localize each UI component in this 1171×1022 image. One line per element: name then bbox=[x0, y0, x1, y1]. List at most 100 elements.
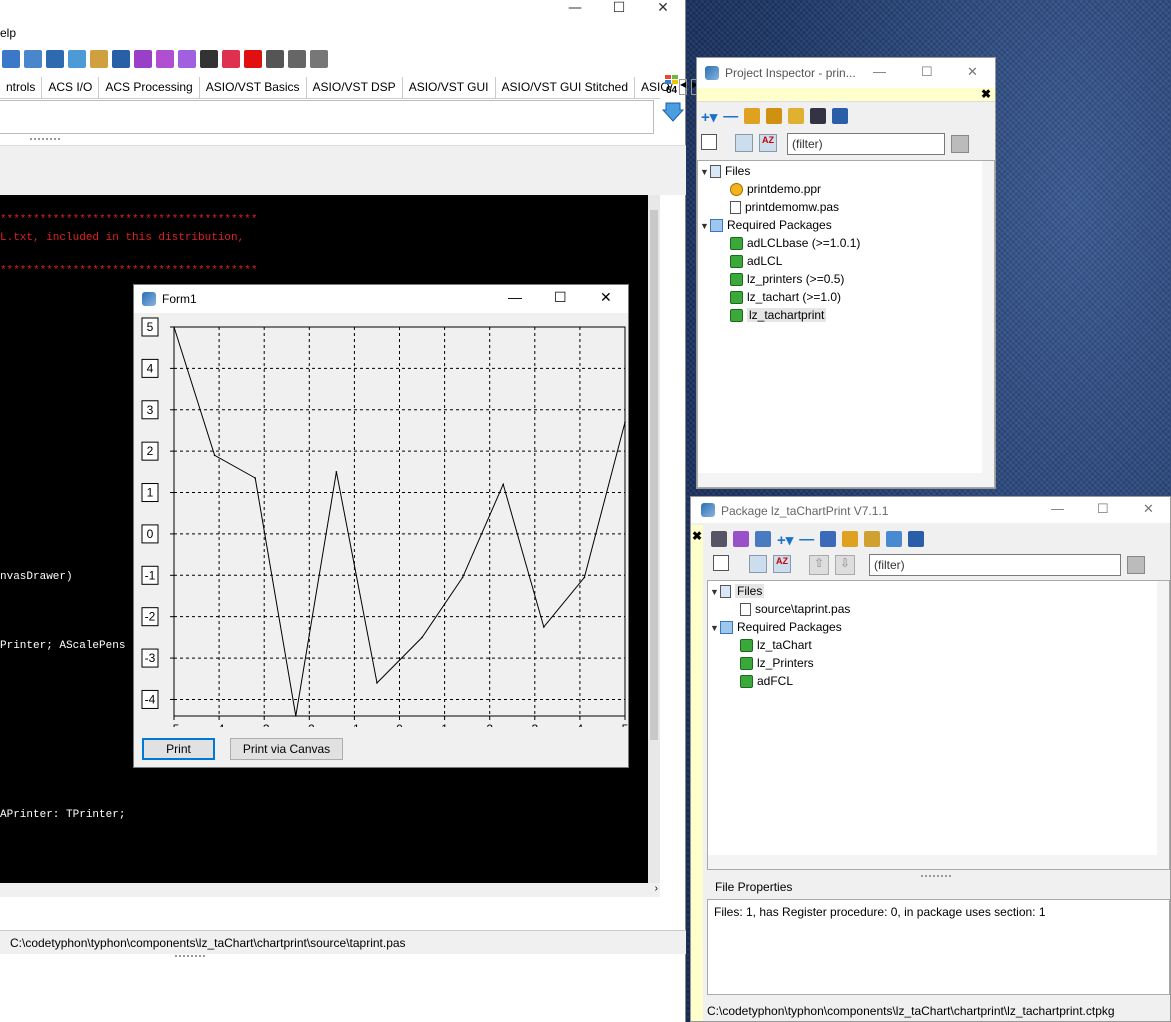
project-inspector-window: Project Inspector - prin... — ☐ ✕ ✖ +▾ —… bbox=[696, 57, 996, 489]
tree-node-file[interactable]: source\taprint.pas bbox=[740, 601, 850, 617]
clear-filter-icon[interactable] bbox=[951, 135, 969, 153]
menu-icon[interactable] bbox=[832, 108, 849, 124]
collapse-icon[interactable]: ▼ bbox=[710, 584, 720, 600]
palette-tab[interactable]: ACS I/O bbox=[42, 77, 100, 99]
minimize-button[interactable]: — bbox=[1051, 501, 1064, 516]
move-down-icon[interactable]: ⇩ bbox=[835, 555, 855, 575]
close-icon[interactable]: ✖ bbox=[981, 87, 991, 101]
tree-horizontal-scrollbar[interactable] bbox=[708, 855, 1169, 869]
tree-view-icon[interactable] bbox=[749, 555, 767, 573]
run-icon[interactable] bbox=[178, 50, 196, 68]
sort-az-icon[interactable]: AZ bbox=[773, 555, 791, 573]
palette-tab[interactable]: ASIO/VST DSP bbox=[307, 77, 403, 99]
tree-node-files[interactable]: ▼ Files bbox=[710, 583, 765, 600]
tree-node-package[interactable]: lz_Printers bbox=[740, 655, 814, 671]
options-icon[interactable] bbox=[744, 108, 761, 124]
down-arrow-icon[interactable] bbox=[661, 100, 685, 125]
run-params-icon[interactable] bbox=[200, 50, 218, 68]
filter-input[interactable]: (filter) bbox=[787, 133, 945, 155]
tree-node-package[interactable]: lz_tachart (>=1.0) bbox=[730, 289, 841, 305]
compile-icon[interactable] bbox=[733, 531, 749, 547]
move-up-icon[interactable]: ⇧ bbox=[809, 555, 829, 575]
step-into-icon[interactable] bbox=[266, 50, 284, 68]
tree-node-files[interactable]: ▼ Files bbox=[700, 163, 750, 179]
open-icon[interactable] bbox=[766, 108, 783, 124]
filter-input[interactable]: (filter) bbox=[869, 554, 1121, 576]
view-forms-icon[interactable] bbox=[46, 50, 64, 68]
collapse-icon[interactable]: ▼ bbox=[710, 620, 720, 636]
tree-node-file[interactable]: printdemomw.pas bbox=[730, 199, 839, 215]
tree-node-package[interactable]: adFCL bbox=[740, 673, 793, 689]
print-button[interactable]: Print bbox=[142, 738, 215, 760]
tree-view-icon[interactable] bbox=[735, 134, 753, 152]
binoculars-icon[interactable] bbox=[810, 108, 827, 124]
package-icon bbox=[730, 273, 743, 287]
tree-node-package[interactable]: adLCLbase (>=1.0.1) bbox=[730, 235, 860, 251]
maximize-button[interactable]: ☐ bbox=[1097, 501, 1109, 517]
tree-node-required-packages[interactable]: ▼ Required Packages bbox=[700, 217, 832, 233]
new-form-icon[interactable] bbox=[2, 50, 20, 68]
tree-node-file[interactable]: printdemo.ppr bbox=[730, 181, 821, 197]
edit-icon[interactable] bbox=[788, 108, 805, 124]
toggle-icon[interactable] bbox=[68, 50, 86, 68]
close-button[interactable]: ✕ bbox=[967, 64, 978, 80]
build-icon[interactable] bbox=[156, 50, 174, 68]
tree-node-package[interactable]: adLCL bbox=[730, 253, 782, 269]
scrollbar-thumb[interactable] bbox=[650, 210, 658, 740]
minimize-button[interactable]: — bbox=[873, 64, 886, 79]
maximize-button[interactable]: ☐ bbox=[554, 289, 567, 306]
menu-help[interactable]: elp bbox=[0, 26, 16, 40]
palette-tab[interactable]: ACS Processing bbox=[99, 77, 200, 99]
tree-horizontal-scrollbar[interactable] bbox=[698, 473, 994, 487]
scroll-right-icon[interactable]: › bbox=[655, 883, 658, 894]
close-button[interactable]: ✕ bbox=[640, 0, 686, 18]
palette-tab[interactable]: ntrols bbox=[0, 77, 43, 99]
splitter-grip[interactable] bbox=[175, 955, 205, 958]
sort-az-icon[interactable]: AZ bbox=[759, 134, 777, 152]
collapse-icon[interactable]: ▼ bbox=[700, 218, 710, 234]
tree-node-required-packages[interactable]: ▼ Required Packages bbox=[710, 619, 842, 635]
view-units-icon[interactable] bbox=[24, 50, 42, 68]
collapse-icon[interactable]: ▼ bbox=[700, 164, 710, 180]
stop-icon[interactable] bbox=[244, 50, 262, 68]
options-icon[interactable] bbox=[90, 50, 108, 68]
monitor-icon[interactable] bbox=[112, 50, 130, 68]
step-out-icon[interactable] bbox=[310, 50, 328, 68]
close-button[interactable]: ✕ bbox=[600, 289, 612, 306]
palette-tab[interactable]: ASIO/VST GUI bbox=[403, 77, 496, 99]
tree-node-package-selected[interactable]: lz_tachartprint bbox=[730, 307, 827, 323]
maximize-button[interactable]: ☐ bbox=[596, 0, 642, 18]
open-icon[interactable] bbox=[842, 531, 859, 547]
close-icon[interactable]: ✖ bbox=[692, 529, 702, 543]
sort-icon[interactable] bbox=[713, 555, 729, 571]
sort-icon[interactable] bbox=[701, 134, 717, 150]
remove-icon[interactable]: — bbox=[799, 531, 814, 549]
menu-icon[interactable] bbox=[908, 531, 925, 547]
save-icon[interactable] bbox=[711, 531, 727, 547]
close-button[interactable]: ✕ bbox=[1143, 501, 1154, 517]
print-via-canvas-button[interactable]: Print via Canvas bbox=[230, 738, 343, 760]
tree-node-package[interactable]: lz_taChart bbox=[740, 637, 812, 653]
editor-horizontal-scrollbar[interactable]: › bbox=[0, 883, 660, 897]
palette-tab[interactable]: ASIO/VST GUI Stitched bbox=[496, 77, 635, 99]
tree-vertical-scrollbar[interactable] bbox=[982, 161, 994, 473]
more-icon[interactable] bbox=[886, 531, 903, 547]
remove-icon[interactable]: — bbox=[723, 108, 738, 126]
edit-icon[interactable] bbox=[864, 531, 881, 547]
add-icon[interactable]: +▾ bbox=[701, 108, 717, 126]
splitter-grip[interactable] bbox=[921, 875, 951, 878]
minimize-button[interactable]: — bbox=[552, 0, 598, 18]
use-icon[interactable] bbox=[755, 531, 771, 547]
maximize-button[interactable]: ☐ bbox=[921, 64, 933, 80]
compile-icon[interactable] bbox=[134, 50, 152, 68]
minimize-button[interactable]: — bbox=[508, 289, 522, 305]
tree-vertical-scrollbar[interactable] bbox=[1157, 581, 1169, 855]
palette-tab[interactable]: ASIO/VST Basics bbox=[200, 77, 307, 99]
tree-node-package[interactable]: lz_printers (>=0.5) bbox=[730, 271, 844, 287]
pause-icon[interactable] bbox=[222, 50, 240, 68]
step-over-icon[interactable] bbox=[288, 50, 306, 68]
splitter-grip[interactable] bbox=[30, 138, 60, 141]
add-icon[interactable]: +▾ bbox=[777, 531, 793, 549]
clear-filter-icon[interactable] bbox=[1127, 556, 1145, 574]
options-icon[interactable] bbox=[820, 531, 837, 547]
